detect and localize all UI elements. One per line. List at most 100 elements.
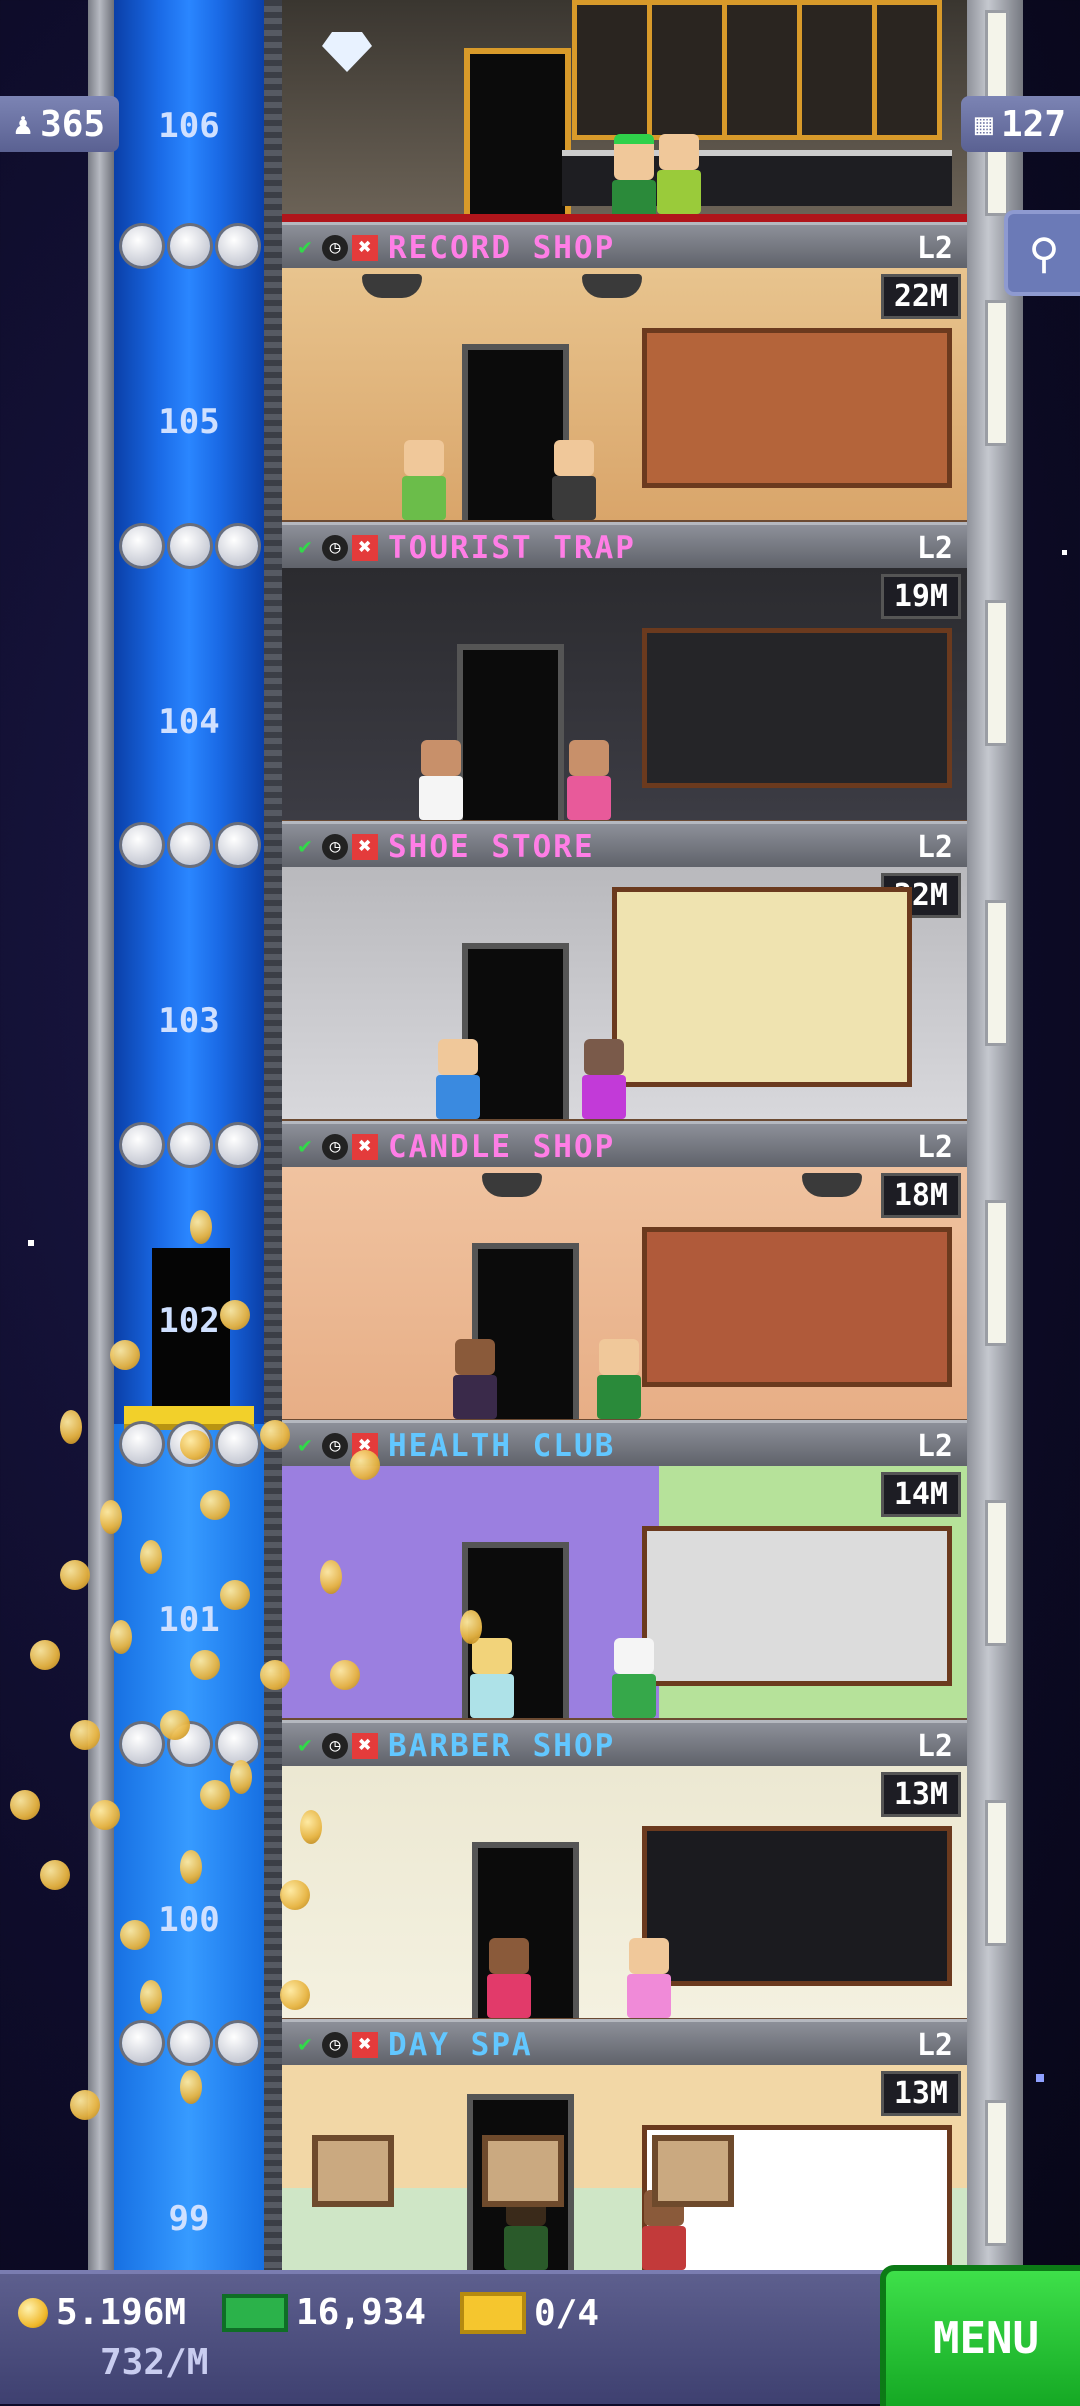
worker-person[interactable] [597,1339,641,1419]
floor-level: L2 [916,530,953,566]
floor-name: BARBER SHOP [388,1728,616,1764]
floor-name: HEALTH CLUB [388,1428,616,1464]
customer-person[interactable] [436,1039,480,1119]
floor-status-icons: ✔ ◷ ✖ [292,834,378,860]
flying-coin-icon [350,1450,380,1480]
floor-name: TOURIST TRAP [388,530,636,566]
customer-person[interactable] [402,440,446,520]
check-icon: ✔ [298,834,312,859]
floor-level: L2 [916,2027,953,2063]
floor-room[interactable]: 19M [282,568,967,830]
coin-rate: 732/M [100,2342,208,2383]
floor-header[interactable]: ✔ ◷ ✖ TOURIST TRAP L2 [282,522,967,574]
tower-window [985,1200,1009,1346]
star-rating-icon [122,526,162,566]
flying-coin-icon [280,1880,310,1910]
flying-coin-icon [40,1860,70,1890]
close-icon: ✖ [352,1134,378,1160]
star-rating-icon [122,825,162,865]
customer-person[interactable] [612,134,656,214]
flying-coin-icon [280,1980,310,2010]
flying-coin-icon [220,1300,250,1330]
flying-coin-icon [300,1810,322,1844]
shop-shelf [642,1526,952,1686]
floor-income-badge: 19M [880,574,961,619]
coin-balance[interactable]: 5.196M [18,2292,186,2333]
worker-person[interactable] [567,740,611,820]
star-rating-icon [218,825,258,865]
star-rating-row [122,226,262,266]
floor-number: 99 [168,2199,210,2239]
floor-header[interactable]: ✔ ◷ ✖ HEALTH CLUB L2 [282,1420,967,1472]
floor-room[interactable]: 13M [282,2065,967,2280]
floor-room[interactable]: 22M [282,268,967,530]
worker-person[interactable] [627,1938,671,2018]
flying-coin-icon [110,1340,140,1370]
worker-person[interactable] [612,1638,656,1718]
clock-icon: ◷ [322,1433,348,1459]
floor-name: DAY SPA [388,2027,533,2063]
shop-shelf [642,1826,952,1986]
floor-room[interactable]: 13M [282,1766,967,2028]
star-rating-icon [170,526,210,566]
population-counter[interactable]: ♟ 365 [0,96,120,152]
elevator-shaft-lower[interactable] [114,1424,264,2270]
floor-room[interactable]: 22M [282,867,967,1129]
shop-shelf [642,328,952,488]
flying-coin-icon [160,1710,190,1740]
close-icon: ✖ [352,535,378,561]
check-icon: ✔ [298,2032,312,2057]
menu-button[interactable]: MENU [880,2265,1080,2406]
floor-counter[interactable]: ▦ 127 [960,96,1080,152]
floor-header[interactable]: ✔ ◷ ✖ DAY SPA L2 [282,2019,967,2071]
clock-icon: ◷ [322,235,348,261]
customer-person[interactable] [470,1638,514,1718]
shop-shelf [642,1227,952,1387]
tower-window [985,900,1009,1046]
clock-icon: ◷ [322,535,348,561]
floor-106-room[interactable] [282,0,967,224]
customer-person[interactable] [419,740,463,820]
flying-coin-icon [180,1850,202,1884]
check-icon: ✔ [298,235,312,260]
worker-person[interactable] [552,440,596,520]
floor-header[interactable]: ✔ ◷ ✖ CANDLE SHOP L2 [282,1121,967,1173]
flying-coin-icon [200,1780,230,1810]
tower-window [985,1500,1009,1646]
flying-coin-icon [60,1410,82,1444]
floor-count-value: 127 [1000,103,1066,145]
check-icon: ✔ [298,535,312,560]
star-rating-icon [122,2023,162,2063]
flying-coin-icon [120,1920,150,1950]
floor-room[interactable]: 18M [282,1167,967,1429]
customer-person[interactable] [453,1339,497,1419]
bux-balance[interactable]: 16,934 [222,2292,426,2333]
flying-coin-icon [70,1720,100,1750]
floor-number: 104 [158,702,220,742]
star-decoration [28,1240,34,1246]
menu-label: MENU [933,2313,1039,2364]
search-button[interactable]: ⚲ [1004,210,1080,296]
close-icon: ✖ [352,1733,378,1759]
coin-balance-value: 5.196M [56,2292,187,2333]
floor-number: 103 [158,1001,220,1041]
flying-coin-icon [180,2070,202,2104]
floor-header[interactable]: ✔ ◷ ✖ SHOE STORE L2 [282,821,967,873]
floor-header[interactable]: ✔ ◷ ✖ RECORD SHOP L2 [282,222,967,274]
floor-room[interactable]: 14M [282,1466,967,1728]
flying-coin-icon [190,1210,212,1244]
ticket-count-value: 0/4 [534,2292,600,2334]
star-decoration [1062,550,1067,555]
worker-person[interactable] [582,1039,626,1119]
building-icon: ▦ [974,106,993,142]
ticket-count[interactable]: 0/4 [460,2292,599,2334]
customer-person[interactable] [487,1938,531,2018]
star-rating-icon [122,1724,162,1764]
clock-icon: ◷ [322,2032,348,2058]
floor-level: L2 [916,230,953,266]
flying-coin-icon [100,1500,122,1534]
floor-header[interactable]: ✔ ◷ ✖ BARBER SHOP L2 [282,1720,967,1772]
flying-coin-icon [330,1660,360,1690]
worker-person[interactable] [657,134,701,214]
tower-window [985,600,1009,746]
